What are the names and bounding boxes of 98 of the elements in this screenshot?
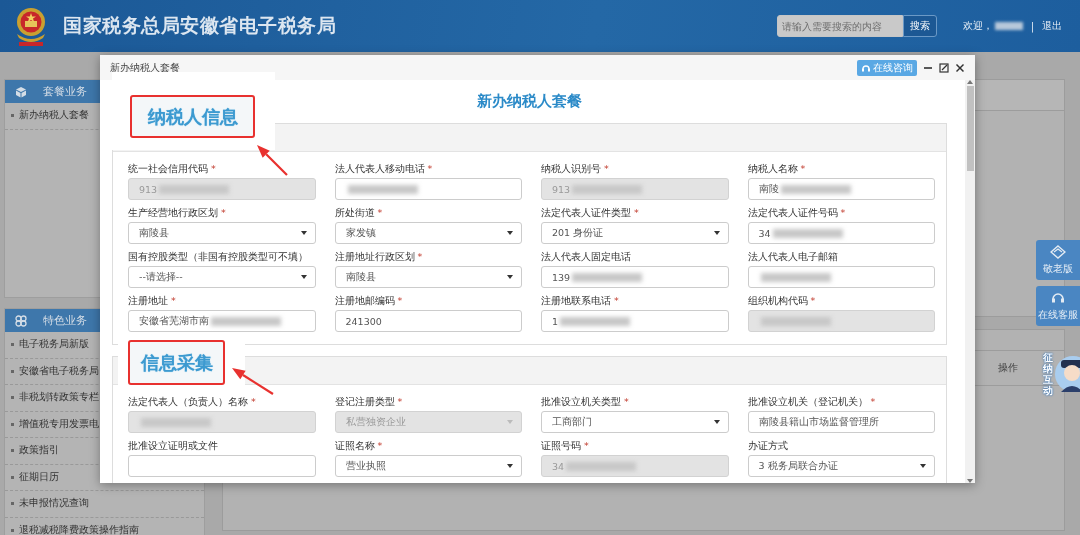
headset-icon bbox=[861, 62, 871, 73]
dropdown-field[interactable]: 家发镇 bbox=[334, 222, 522, 244]
text-field[interactable]: 241300 bbox=[334, 310, 522, 332]
field-label: 登记注册类型 * bbox=[334, 395, 404, 408]
sidebar-link[interactable]: 增值税专用发票电 bbox=[19, 417, 99, 431]
welcome-text: 欢迎， bbox=[962, 19, 993, 33]
sidebar-link[interactable]: 退税减税降费政策操作指南 bbox=[19, 523, 139, 535]
field-label: 统一社会信用代码 * bbox=[128, 162, 217, 175]
field-label: 批准设立机关（登记机关） * bbox=[747, 395, 877, 408]
field-label: 法人代表人固定电话 bbox=[541, 250, 632, 263]
caret-icon bbox=[507, 275, 513, 279]
dropdown-field[interactable]: 201 身份证 bbox=[541, 222, 729, 244]
bullet-icon bbox=[11, 343, 14, 347]
field-label: 证照号码 * bbox=[541, 439, 590, 452]
text-field[interactable] bbox=[747, 266, 935, 288]
annotation-arrow bbox=[257, 145, 288, 176]
search-field[interactable]: 请输入需要搜索的内容 bbox=[776, 15, 903, 37]
field-label: 法人代表人移动电话 * bbox=[334, 162, 434, 175]
sidebar-link[interactable]: 电子税务局新版 bbox=[19, 338, 89, 352]
text-field[interactable]: 139 bbox=[541, 266, 729, 288]
maximize-icon[interactable] bbox=[939, 62, 949, 73]
field-label: 注册地址行政区划 * bbox=[334, 250, 424, 263]
annotation-arrow bbox=[232, 368, 274, 395]
headset-icon bbox=[1050, 290, 1066, 305]
field-label: 纳税人识别号 * bbox=[541, 162, 610, 175]
text-field[interactable]: 34 bbox=[747, 222, 935, 244]
field-label: 批准设立证明或文件 bbox=[128, 439, 219, 452]
field-label: 法定代表人证件号码 * bbox=[747, 206, 847, 219]
field-label: 组织机构代码 * bbox=[747, 294, 817, 307]
bullet-icon bbox=[11, 114, 14, 118]
caret-icon bbox=[300, 231, 307, 235]
caret-icon bbox=[713, 420, 720, 424]
caret-icon bbox=[300, 275, 307, 279]
dialog-title: 新办纳税人套餐 bbox=[110, 60, 180, 75]
column-header: 操作 bbox=[998, 361, 1018, 375]
dropdown-field[interactable]: 3 税务局联合办证 bbox=[747, 455, 935, 477]
search-button[interactable]: 搜索 bbox=[902, 15, 937, 37]
logout-link[interactable]: 退出 bbox=[1042, 19, 1062, 33]
caret-icon bbox=[507, 464, 513, 468]
close-icon[interactable] bbox=[955, 62, 965, 73]
blurred-username bbox=[994, 22, 1023, 30]
sidebar-link[interactable]: 未申报情况查询 bbox=[19, 497, 89, 511]
bullet-icon bbox=[11, 422, 14, 426]
field-label: 注册地址 * bbox=[128, 294, 177, 307]
text-field[interactable]: 安徽省芜湖市南 bbox=[128, 310, 316, 332]
field-label: 办证方式 bbox=[747, 439, 789, 452]
field-label: 法定代表人证件类型 * bbox=[541, 206, 640, 219]
float-tool-button[interactable]: 在线客服 bbox=[1036, 286, 1080, 326]
caret-icon bbox=[713, 231, 720, 235]
bullet-icon bbox=[11, 475, 14, 479]
sidebar-link[interactable]: 新办纳税人套餐 bbox=[19, 109, 89, 123]
caret-icon bbox=[507, 420, 513, 424]
text-field[interactable]: 南陵县籍山市场监督管理所 bbox=[747, 411, 935, 433]
scroll-down-icon[interactable] bbox=[967, 479, 973, 483]
separator-text: | bbox=[1030, 20, 1034, 32]
site-title: 国家税务总局安徽省电子税务局 bbox=[63, 13, 336, 38]
text-field[interactable] bbox=[334, 178, 522, 200]
cube-icon bbox=[15, 85, 27, 98]
bullet-icon bbox=[11, 369, 14, 373]
bullet-icon bbox=[11, 528, 14, 532]
field-label: 批准设立机关类型 * bbox=[541, 395, 630, 408]
field-label: 注册地联系电话 * bbox=[541, 294, 620, 307]
scrollbar-thumb[interactable] bbox=[966, 86, 974, 171]
caret-icon bbox=[920, 464, 926, 468]
form-heading: 新办纳税人套餐 bbox=[477, 92, 582, 111]
dropdown-field[interactable]: 营业执照 bbox=[334, 455, 522, 477]
clover-icon bbox=[15, 314, 27, 327]
panel-title: 特色业务 bbox=[43, 313, 87, 328]
field-label: 国有控股类型（非国有控股类型可不填） bbox=[128, 250, 309, 263]
dropdown-field[interactable]: --请选择-- bbox=[128, 266, 316, 288]
sidebar-link[interactable]: 政策指引 bbox=[19, 444, 59, 458]
field-label: 注册地邮编码 * bbox=[334, 294, 404, 307]
panel-title: 套餐业务 bbox=[43, 84, 87, 99]
float-tool-button[interactable]: 敬老版 bbox=[1036, 240, 1080, 280]
sidebar-link[interactable]: 征期日历 bbox=[19, 470, 59, 484]
field-label: 法定代表人（负责人）名称 * bbox=[128, 395, 257, 408]
annotation-label: 信息采集 bbox=[128, 340, 225, 385]
text-field[interactable] bbox=[128, 455, 316, 477]
sidebar-link[interactable]: 非税划转政策专栏 bbox=[19, 391, 99, 405]
dropdown-field[interactable]: 工商部门 bbox=[541, 411, 729, 433]
bullet-icon bbox=[11, 449, 14, 453]
field-label: 证照名称 * bbox=[334, 439, 384, 452]
dropdown-field[interactable]: 南陵县 bbox=[334, 266, 522, 288]
bullet-icon bbox=[11, 396, 14, 400]
field-label: 法人代表人电子邮箱 bbox=[747, 250, 839, 263]
field-label: 生产经营地行政区划 * bbox=[128, 206, 227, 219]
dropdown-field[interactable]: 南陵县 bbox=[128, 222, 316, 244]
field-label: 纳税人名称 * bbox=[747, 162, 807, 175]
caret-icon bbox=[507, 231, 513, 235]
text-field[interactable]: 1 bbox=[541, 310, 729, 332]
text-field[interactable]: 南陵 bbox=[747, 178, 935, 200]
field-label: 所处街道 * bbox=[334, 206, 384, 219]
handshake-icon bbox=[1050, 244, 1066, 259]
sidebar-link[interactable]: 安徽省电子税务局 bbox=[19, 364, 99, 378]
annotation-label: 纳税人信息 bbox=[130, 95, 255, 138]
scrollbar[interactable] bbox=[965, 80, 975, 483]
mascot-label: 征纳互动 bbox=[1043, 352, 1053, 396]
bullet-icon bbox=[11, 502, 14, 506]
